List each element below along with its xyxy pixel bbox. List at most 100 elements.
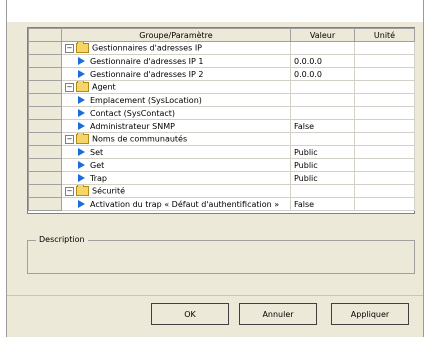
parameter-value-cell[interactable] [290, 93, 355, 107]
parameter-unit-cell [354, 119, 415, 133]
parameter-arrow-icon [78, 200, 85, 208]
ok-button[interactable]: OK [151, 303, 229, 325]
parameter-name-cell[interactable]: Set [61, 145, 291, 159]
parameter-name-cell[interactable]: Trap [61, 171, 291, 185]
description-label: Description [36, 235, 88, 244]
parameter-unit-cell [354, 171, 415, 185]
row-header[interactable] [28, 158, 62, 172]
description-group: Description [27, 235, 415, 274]
parameter-unit-cell [354, 80, 415, 94]
parameter-value-cell[interactable]: Public [290, 145, 355, 159]
parameter-arrow-icon [78, 109, 85, 117]
parameter-name-cell[interactable]: Gestionnaire d'adresses IP 1 [61, 54, 291, 68]
column-header-group[interactable]: Groupe/Paramètre [61, 28, 291, 42]
column-header-value[interactable]: Valeur [290, 28, 355, 42]
parameter-row[interactable]: Gestionnaire d'adresses IP 2 0.0.0.0 [28, 67, 415, 81]
parameter-label: Agent [92, 82, 116, 92]
parameter-value-cell[interactable]: Public [290, 158, 355, 172]
apply-button[interactable]: Appliquer [331, 303, 409, 325]
parameter-value-cell[interactable] [290, 184, 355, 198]
parameter-unit-cell [354, 197, 415, 211]
settings-dialog: Groupe/Paramètre Valeur Unité − Gestionna… [6, 0, 424, 337]
parameter-value-cell[interactable] [290, 106, 355, 120]
parameter-row[interactable]: Administrateur SNMP False [28, 119, 415, 133]
parameter-row[interactable]: Trap Public [28, 171, 415, 185]
parameter-label: Get [90, 160, 105, 170]
parameter-label: Sécurité [92, 186, 126, 196]
parameter-name-cell[interactable]: − Sécurité [61, 184, 291, 198]
row-header[interactable] [28, 145, 62, 159]
cancel-button[interactable]: Annuler [239, 303, 317, 325]
parameter-unit-cell [354, 132, 415, 146]
row-header[interactable] [28, 171, 62, 185]
parameter-arrow-icon [78, 96, 85, 104]
parameter-name-cell[interactable]: Gestionnaire d'adresses IP 2 [61, 67, 291, 81]
row-header[interactable] [28, 67, 62, 81]
parameter-unit-cell [354, 106, 415, 120]
parameter-table: Groupe/Paramètre Valeur Unité − Gestionna… [28, 28, 415, 211]
row-header[interactable] [28, 119, 62, 133]
collapse-toggle-icon[interactable]: − [65, 82, 74, 92]
parameter-label: Set [90, 147, 104, 157]
parameter-arrow-icon [78, 174, 85, 182]
row-header[interactable] [28, 132, 62, 146]
parameter-value-cell[interactable]: False [290, 197, 355, 211]
parameter-name-cell[interactable]: Emplacement (SysLocation) [61, 93, 291, 107]
collapse-toggle-icon[interactable]: − [65, 134, 74, 144]
parameter-arrow-icon [78, 122, 85, 130]
parameter-label: Gestionnaire d'adresses IP 2 [90, 69, 204, 79]
parameter-value-cell[interactable]: Public [290, 171, 355, 185]
parameter-label: Noms de communautés [92, 134, 188, 144]
column-header-unit[interactable]: Unité [354, 28, 415, 42]
parameter-name-cell[interactable]: Contact (SysContact) [61, 106, 291, 120]
parameter-name-cell[interactable]: − Agent [61, 80, 291, 94]
folder-row[interactable]: − Noms de communautés [28, 132, 415, 146]
parameter-unit-cell [354, 145, 415, 159]
parameter-value-cell[interactable] [290, 132, 355, 146]
collapse-toggle-icon[interactable]: − [65, 186, 74, 196]
parameter-grid: Groupe/Paramètre Valeur Unité − Gestionna… [27, 27, 415, 214]
parameter-row[interactable]: Set Public [28, 145, 415, 159]
row-header[interactable] [28, 80, 62, 94]
row-header[interactable] [28, 41, 62, 55]
parameter-label: Gestionnaires d'adresses IP [92, 43, 202, 53]
parameter-arrow-icon [78, 148, 85, 156]
parameter-name-cell[interactable]: Administrateur SNMP [61, 119, 291, 133]
parameter-value-cell[interactable]: 0.0.0.0 [290, 54, 355, 68]
parameter-unit-cell [354, 93, 415, 107]
folder-row[interactable]: − Agent [28, 80, 415, 94]
parameter-name-cell[interactable]: Get [61, 158, 291, 172]
parameter-value-cell[interactable]: False [290, 119, 355, 133]
parameter-value-cell[interactable] [290, 80, 355, 94]
folder-icon [76, 81, 89, 92]
folder-icon [76, 42, 89, 53]
parameter-label: Trap [90, 173, 107, 183]
parameter-row[interactable]: Get Public [28, 158, 415, 172]
parameter-row[interactable]: Activation du trap « Défaut d'authentifi… [28, 197, 415, 211]
row-header[interactable] [28, 93, 62, 107]
folder-row[interactable]: − Gestionnaires d'adresses IP [28, 41, 415, 55]
parameter-label: Emplacement (SysLocation) [90, 95, 202, 105]
parameter-row[interactable]: Emplacement (SysLocation) [28, 93, 415, 107]
row-header[interactable] [28, 54, 62, 68]
parameter-unit-cell [354, 54, 415, 68]
parameter-row[interactable]: Contact (SysContact) [28, 106, 415, 120]
folder-row[interactable]: − Sécurité [28, 184, 415, 198]
row-header[interactable] [28, 106, 62, 120]
parameter-name-cell[interactable]: − Noms de communautés [61, 132, 291, 146]
parameter-row[interactable]: Gestionnaire d'adresses IP 1 0.0.0.0 [28, 54, 415, 68]
collapse-toggle-icon[interactable]: − [65, 43, 74, 53]
parameter-unit-cell [354, 67, 415, 81]
parameter-unit-cell [354, 158, 415, 172]
folder-icon [76, 185, 89, 196]
row-header[interactable] [28, 184, 62, 198]
parameter-label: Gestionnaire d'adresses IP 1 [90, 56, 204, 66]
top-strip [7, 0, 423, 22]
parameter-name-cell[interactable]: − Gestionnaires d'adresses IP [61, 41, 291, 55]
parameter-value-cell[interactable] [290, 41, 355, 55]
row-header-corner [28, 28, 62, 42]
parameter-value-cell[interactable]: 0.0.0.0 [290, 67, 355, 81]
parameter-unit-cell [354, 184, 415, 198]
parameter-name-cell[interactable]: Activation du trap « Défaut d'authentifi… [61, 197, 291, 211]
row-header[interactable] [28, 197, 62, 211]
